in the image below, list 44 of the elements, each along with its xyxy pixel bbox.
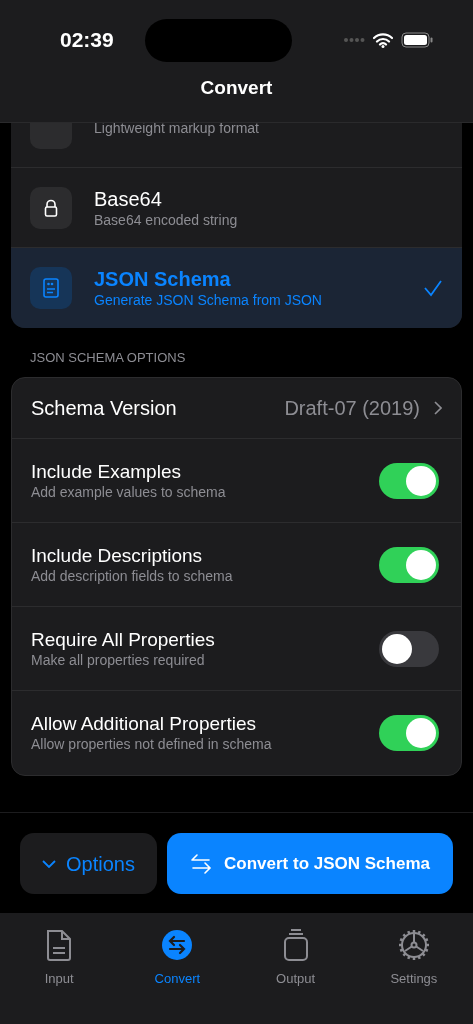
checkmark-icon (423, 279, 443, 297)
setting-label: Schema Version (31, 396, 178, 421)
setting-label: Require All Properties (31, 628, 216, 651)
format-description: Lightweight markup format (94, 123, 260, 137)
format-row[interactable]: Lightweight markup format (11, 123, 462, 168)
format-title: Base64 (94, 186, 163, 211)
format-description: Base64 encoded string (94, 210, 239, 229)
setting-value: Draft-07 (2019) (284, 396, 420, 421)
chevron-down-icon (42, 859, 57, 868)
toggle-switch[interactable] (379, 462, 439, 499)
format-title: JSON Schema (94, 267, 232, 291)
options-button[interactable]: Options (20, 833, 157, 894)
wifi-icon (373, 32, 393, 48)
setting-description: Add description fields to schema (31, 566, 234, 585)
setting-description: Add example values to schema (31, 482, 227, 501)
swap-arrows-icon (190, 852, 212, 875)
signal-icon (343, 37, 365, 43)
setting-description: Make all properties required (31, 650, 206, 669)
battery-icon (401, 32, 433, 48)
document-icon (45, 927, 74, 963)
status-time: 02:39 (60, 27, 114, 54)
document-icon (30, 267, 72, 309)
tab-item[interactable]: Output (236, 927, 355, 989)
gear-icon (396, 927, 431, 963)
stack-icon (281, 927, 310, 963)
toggle-switch[interactable] (379, 715, 439, 751)
setting-label: Allow Additional Properties (31, 713, 257, 735)
format-description: Generate JSON Schema from JSON (94, 291, 323, 309)
lock-icon (30, 186, 72, 229)
tab-item[interactable]: Input (0, 927, 119, 989)
format-row[interactable]: JSON Schema Generate JSON Schema from JSON (11, 248, 462, 328)
convert-button[interactable]: Convert to JSON Schema (167, 833, 453, 894)
screen-title: Convert (200, 76, 273, 100)
schema-version-row[interactable]: Schema Version Draft-07 (2019) (12, 378, 461, 439)
toggle-switch[interactable] (379, 546, 439, 583)
tab-item[interactable]: Convert (118, 927, 237, 989)
tab-item[interactable]: Settings (354, 927, 473, 989)
toggle-switch[interactable] (379, 630, 439, 667)
section-header: JSON SCHEMA OPTIONS (30, 350, 186, 365)
swap-arrows-icon (161, 927, 194, 963)
setting-description: Allow properties not defined in schema (31, 735, 273, 753)
setting-label: Include Descriptions (31, 544, 204, 567)
setting-label: Include Examples (31, 460, 182, 483)
chevron-right-icon (434, 401, 442, 415)
